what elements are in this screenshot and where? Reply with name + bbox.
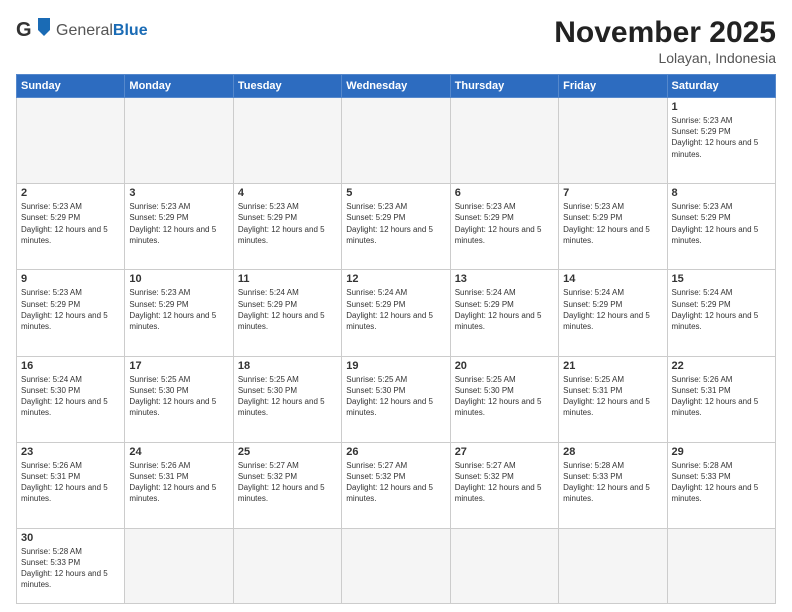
day-20: 20Sunrise: 5:25 AMSunset: 5:30 PMDayligh… xyxy=(450,356,558,442)
header-thursday: Thursday xyxy=(450,75,558,98)
day-12: 12Sunrise: 5:24 AMSunset: 5:29 PMDayligh… xyxy=(342,270,450,356)
day-16: 16Sunrise: 5:24 AMSunset: 5:30 PMDayligh… xyxy=(17,356,125,442)
day-8: 8Sunrise: 5:23 AMSunset: 5:29 PMDaylight… xyxy=(667,184,775,270)
empty-cell xyxy=(17,98,125,184)
day-28: 28Sunrise: 5:28 AMSunset: 5:33 PMDayligh… xyxy=(559,442,667,528)
calendar-table: Sunday Monday Tuesday Wednesday Thursday… xyxy=(16,74,776,604)
empty-cell xyxy=(125,98,233,184)
day-7: 7Sunrise: 5:23 AMSunset: 5:29 PMDaylight… xyxy=(559,184,667,270)
logo-wordmark: GeneralBlue xyxy=(56,22,148,40)
title-block: November 2025 Lolayan, Indonesia xyxy=(554,16,776,66)
header-sunday: Sunday xyxy=(17,75,125,98)
day-25: 25Sunrise: 5:27 AMSunset: 5:32 PMDayligh… xyxy=(233,442,341,528)
table-row: 2Sunrise: 5:23 AMSunset: 5:29 PMDaylight… xyxy=(17,184,776,270)
day-17: 17Sunrise: 5:25 AMSunset: 5:30 PMDayligh… xyxy=(125,356,233,442)
day-22: 22Sunrise: 5:26 AMSunset: 5:31 PMDayligh… xyxy=(667,356,775,442)
empty-cell xyxy=(667,528,775,603)
header-saturday: Saturday xyxy=(667,75,775,98)
logo-icon: G xyxy=(16,16,52,46)
day-4: 4Sunrise: 5:23 AMSunset: 5:29 PMDaylight… xyxy=(233,184,341,270)
day-21: 21Sunrise: 5:25 AMSunset: 5:31 PMDayligh… xyxy=(559,356,667,442)
day-13: 13Sunrise: 5:24 AMSunset: 5:29 PMDayligh… xyxy=(450,270,558,356)
day-24: 24Sunrise: 5:26 AMSunset: 5:31 PMDayligh… xyxy=(125,442,233,528)
day-26: 26Sunrise: 5:27 AMSunset: 5:32 PMDayligh… xyxy=(342,442,450,528)
header: G GeneralBlue November 2025 Lolayan, Ind… xyxy=(16,16,776,66)
empty-cell xyxy=(342,98,450,184)
day-2: 2Sunrise: 5:23 AMSunset: 5:29 PMDaylight… xyxy=(17,184,125,270)
header-wednesday: Wednesday xyxy=(342,75,450,98)
day-14: 14Sunrise: 5:24 AMSunset: 5:29 PMDayligh… xyxy=(559,270,667,356)
day-9: 9Sunrise: 5:23 AMSunset: 5:29 PMDaylight… xyxy=(17,270,125,356)
day-3: 3Sunrise: 5:23 AMSunset: 5:29 PMDaylight… xyxy=(125,184,233,270)
logo: G GeneralBlue xyxy=(16,16,148,46)
table-row: 30Sunrise: 5:28 AMSunset: 5:33 PMDayligh… xyxy=(17,528,776,603)
header-friday: Friday xyxy=(559,75,667,98)
header-monday: Monday xyxy=(125,75,233,98)
location: Lolayan, Indonesia xyxy=(554,50,776,66)
day-19: 19Sunrise: 5:25 AMSunset: 5:30 PMDayligh… xyxy=(342,356,450,442)
day-6: 6Sunrise: 5:23 AMSunset: 5:29 PMDaylight… xyxy=(450,184,558,270)
day-27: 27Sunrise: 5:27 AMSunset: 5:32 PMDayligh… xyxy=(450,442,558,528)
table-row: 23Sunrise: 5:26 AMSunset: 5:31 PMDayligh… xyxy=(17,442,776,528)
month-title: November 2025 xyxy=(554,16,776,50)
empty-cell xyxy=(450,98,558,184)
day-29: 29Sunrise: 5:28 AMSunset: 5:33 PMDayligh… xyxy=(667,442,775,528)
weekday-header-row: Sunday Monday Tuesday Wednesday Thursday… xyxy=(17,75,776,98)
empty-cell xyxy=(559,528,667,603)
empty-cell xyxy=(342,528,450,603)
header-tuesday: Tuesday xyxy=(233,75,341,98)
empty-cell xyxy=(233,98,341,184)
day-18: 18Sunrise: 5:25 AMSunset: 5:30 PMDayligh… xyxy=(233,356,341,442)
page: G GeneralBlue November 2025 Lolayan, Ind… xyxy=(0,0,792,612)
empty-cell xyxy=(450,528,558,603)
day-15: 15Sunrise: 5:24 AMSunset: 5:29 PMDayligh… xyxy=(667,270,775,356)
day-5: 5Sunrise: 5:23 AMSunset: 5:29 PMDaylight… xyxy=(342,184,450,270)
table-row: 9Sunrise: 5:23 AMSunset: 5:29 PMDaylight… xyxy=(17,270,776,356)
day-23: 23Sunrise: 5:26 AMSunset: 5:31 PMDayligh… xyxy=(17,442,125,528)
empty-cell xyxy=(233,528,341,603)
svg-text:G: G xyxy=(16,19,32,41)
day-1: 1 Sunrise: 5:23 AMSunset: 5:29 PMDayligh… xyxy=(667,98,775,184)
day-30: 30Sunrise: 5:28 AMSunset: 5:33 PMDayligh… xyxy=(17,528,125,603)
day-10: 10Sunrise: 5:23 AMSunset: 5:29 PMDayligh… xyxy=(125,270,233,356)
table-row: 16Sunrise: 5:24 AMSunset: 5:30 PMDayligh… xyxy=(17,356,776,442)
empty-cell xyxy=(559,98,667,184)
day-11: 11Sunrise: 5:24 AMSunset: 5:29 PMDayligh… xyxy=(233,270,341,356)
table-row: 1 Sunrise: 5:23 AMSunset: 5:29 PMDayligh… xyxy=(17,98,776,184)
empty-cell xyxy=(125,528,233,603)
